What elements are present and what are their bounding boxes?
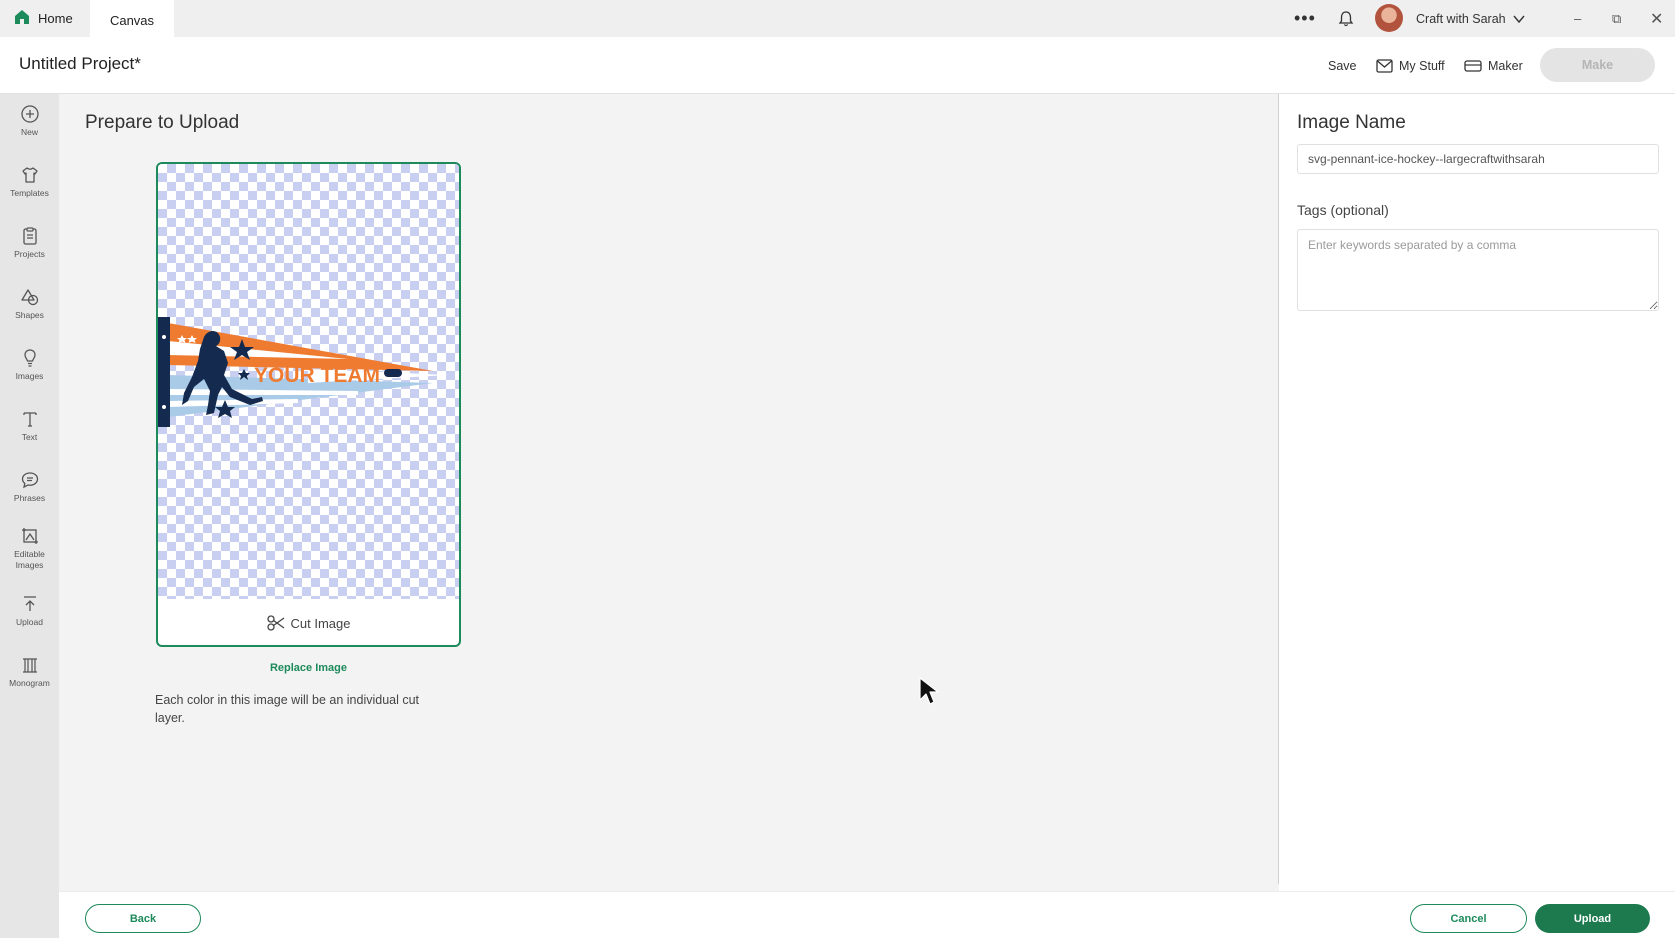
left-sidebar: New Templates Projects Shapes Images Tex… [0, 94, 59, 938]
make-button[interactable]: Make [1540, 48, 1655, 82]
sidebar-item-new[interactable]: New [0, 104, 59, 138]
save-button[interactable]: Save [1328, 37, 1357, 94]
replace-image-link[interactable]: Replace Image [156, 662, 461, 674]
sidebar-item-label: Monogram [9, 678, 50, 688]
image-name-input[interactable] [1297, 144, 1659, 174]
machine-icon [1464, 59, 1482, 72]
tags-label: Tags (optional) [1297, 202, 1389, 218]
pennant-text: YOUR TEAM [254, 364, 380, 387]
shapes-icon [20, 289, 38, 306]
main-content: Prepare to Upload YOUR TEAM Cut Image Re… [59, 94, 1279, 891]
maker-label: Maker [1488, 58, 1523, 73]
editable-image-icon [21, 528, 38, 544]
tab-home[interactable]: Home [14, 0, 73, 37]
footer-bar: Back Cancel Upload [59, 891, 1675, 938]
sidebar-item-label: Projects [14, 249, 45, 259]
minimize-button[interactable]: – [1574, 0, 1581, 37]
sidebar-item-label: Editable Images [14, 549, 45, 571]
tab-canvas-label: Canvas [109, 12, 155, 28]
sidebar-item-label: Phrases [13, 493, 46, 503]
tags-input[interactable] [1297, 229, 1659, 311]
cut-image-label: Cut Image [290, 615, 351, 631]
transparent-background: YOUR TEAM [158, 164, 459, 599]
restore-button[interactable]: ⧉ [1612, 0, 1621, 37]
tab-home-label: Home [38, 11, 73, 26]
sidebar-item-label: Shapes [15, 310, 44, 320]
shirt-icon [21, 167, 38, 183]
image-details-panel: Image Name Tags (optional) [1279, 94, 1675, 891]
sidebar-item-projects[interactable]: Projects [0, 226, 59, 260]
maker-button[interactable]: Maker [1464, 37, 1523, 94]
scissors-icon [266, 615, 284, 631]
image-name-label: Image Name [1297, 112, 1406, 133]
sidebar-item-images[interactable]: Images [0, 348, 59, 382]
cut-layer-note: Each color in this image will be an indi… [155, 693, 420, 725]
speech-bubble-icon [21, 472, 38, 489]
sidebar-item-editable-images[interactable]: Editable Images [0, 526, 59, 572]
close-window-button[interactable]: ✕ [1650, 0, 1663, 37]
envelope-icon [1376, 58, 1393, 73]
more-options-icon[interactable]: ••• [1294, 0, 1316, 37]
sidebar-item-upload[interactable]: Upload [0, 594, 59, 628]
project-title[interactable]: Untitled Project* [19, 54, 141, 74]
back-button[interactable]: Back [85, 904, 201, 933]
sidebar-item-phrases[interactable]: Phrases [0, 470, 59, 504]
mouse-cursor-icon [919, 677, 939, 705]
clipboard-icon [22, 227, 37, 245]
image-preview-card: YOUR TEAM Cut Image [156, 162, 461, 647]
upload-button[interactable]: Upload [1535, 904, 1650, 933]
avatar[interactable] [1375, 4, 1403, 32]
cut-image-option[interactable]: Cut Image [158, 599, 459, 645]
monogram-icon [22, 658, 37, 673]
account-menu[interactable]: Craft with Sarah [1416, 0, 1526, 37]
sidebar-item-label: Images [15, 371, 44, 381]
page-title: Prepare to Upload [85, 112, 240, 133]
tab-canvas[interactable]: Canvas [90, 0, 174, 37]
sidebar-item-label: New [20, 127, 38, 137]
sidebar-item-monogram[interactable]: Monogram [0, 655, 59, 689]
text-icon [22, 412, 37, 427]
home-icon [14, 9, 30, 28]
plus-circle-icon [20, 105, 39, 123]
title-bar: Home Canvas ••• Craft with Sarah – ⧉ ✕ [0, 0, 1675, 37]
sidebar-item-label: Templates [10, 188, 49, 198]
sidebar-item-text[interactable]: Text [0, 409, 59, 443]
chevron-down-icon [1513, 15, 1525, 23]
sidebar-item-label: Upload [16, 617, 43, 627]
upload-icon [23, 596, 36, 611]
project-header: Untitled Project* Save My Stuff Maker Ma… [0, 37, 1675, 94]
account-name: Craft with Sarah [1416, 11, 1506, 26]
cancel-button[interactable]: Cancel [1410, 904, 1527, 933]
sidebar-item-shapes[interactable]: Shapes [0, 287, 59, 321]
hockey-pennant-image: YOUR TEAM [158, 317, 448, 427]
lightbulb-icon [23, 349, 36, 367]
sidebar-item-label: Text [21, 432, 38, 442]
my-stuff-label: My Stuff [1399, 58, 1445, 73]
notifications-bell-icon[interactable] [1337, 0, 1355, 37]
sidebar-item-templates[interactable]: Templates [0, 165, 59, 199]
save-label: Save [1328, 58, 1357, 73]
my-stuff-button[interactable]: My Stuff [1376, 37, 1445, 94]
